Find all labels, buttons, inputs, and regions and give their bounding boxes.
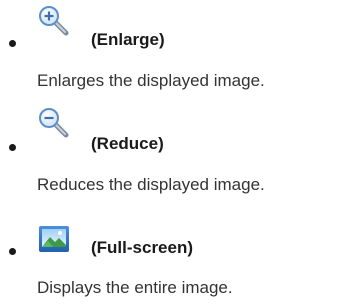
zoom-in-icon[interactable] xyxy=(37,4,71,38)
item-description: Enlarges the displayed image. xyxy=(37,71,265,90)
item-label: (Full-screen) xyxy=(91,238,194,257)
list-item-full-screen: (Full-screen) Displays the entire image. xyxy=(0,204,351,304)
item-description: Reduces the displayed image. xyxy=(37,175,265,194)
feature-list: (Enlarge) Enlarges the displayed image. … xyxy=(0,0,351,304)
item-label: (Reduce) xyxy=(91,134,164,153)
bullet xyxy=(9,248,16,255)
list-item-enlarge: (Enlarge) Enlarges the displayed image. xyxy=(0,0,351,100)
item-description: Displays the entire image. xyxy=(37,278,233,297)
zoom-out-icon[interactable] xyxy=(37,106,71,140)
bullet xyxy=(9,40,16,47)
item-label: (Enlarge) xyxy=(91,30,165,49)
bullet xyxy=(9,144,16,151)
fullscreen-icon[interactable] xyxy=(37,222,71,256)
list-item-reduce: (Reduce) Reduces the displayed image. xyxy=(0,104,351,204)
